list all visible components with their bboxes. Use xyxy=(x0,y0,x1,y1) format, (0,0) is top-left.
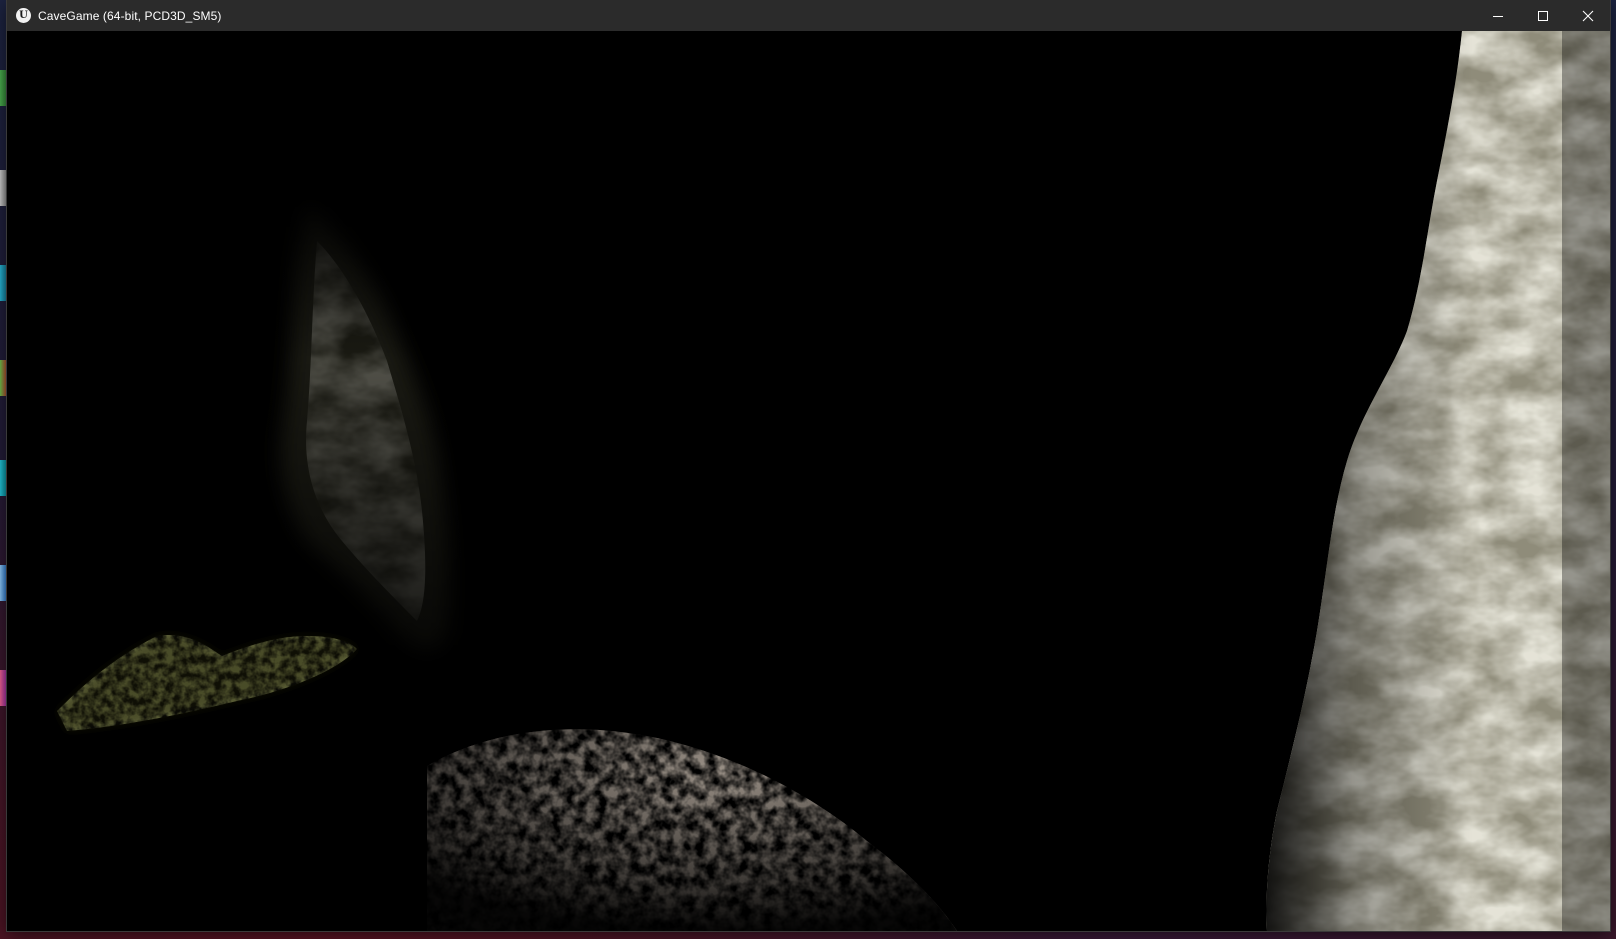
game-window[interactable]: U CaveGame (64-bit, PCD3D_SM5) xyxy=(7,0,1610,931)
window-title: CaveGame (64-bit, PCD3D_SM5) xyxy=(38,8,222,23)
maximize-icon xyxy=(1537,10,1548,21)
app-icon-glyph: U xyxy=(19,10,28,21)
maximize-button[interactable] xyxy=(1520,0,1565,31)
cave-scene xyxy=(7,31,1610,931)
distant-rock-pillar xyxy=(267,191,487,671)
game-viewport[interactable] xyxy=(7,31,1610,931)
close-icon xyxy=(1582,10,1593,21)
minimize-button[interactable] xyxy=(1475,0,1520,31)
title-bar[interactable]: U CaveGame (64-bit, PCD3D_SM5) xyxy=(7,0,1610,31)
minimize-icon xyxy=(1492,15,1503,17)
unreal-engine-icon[interactable]: U xyxy=(16,8,31,23)
close-button[interactable] xyxy=(1565,0,1610,31)
caption-buttons xyxy=(1475,0,1610,31)
